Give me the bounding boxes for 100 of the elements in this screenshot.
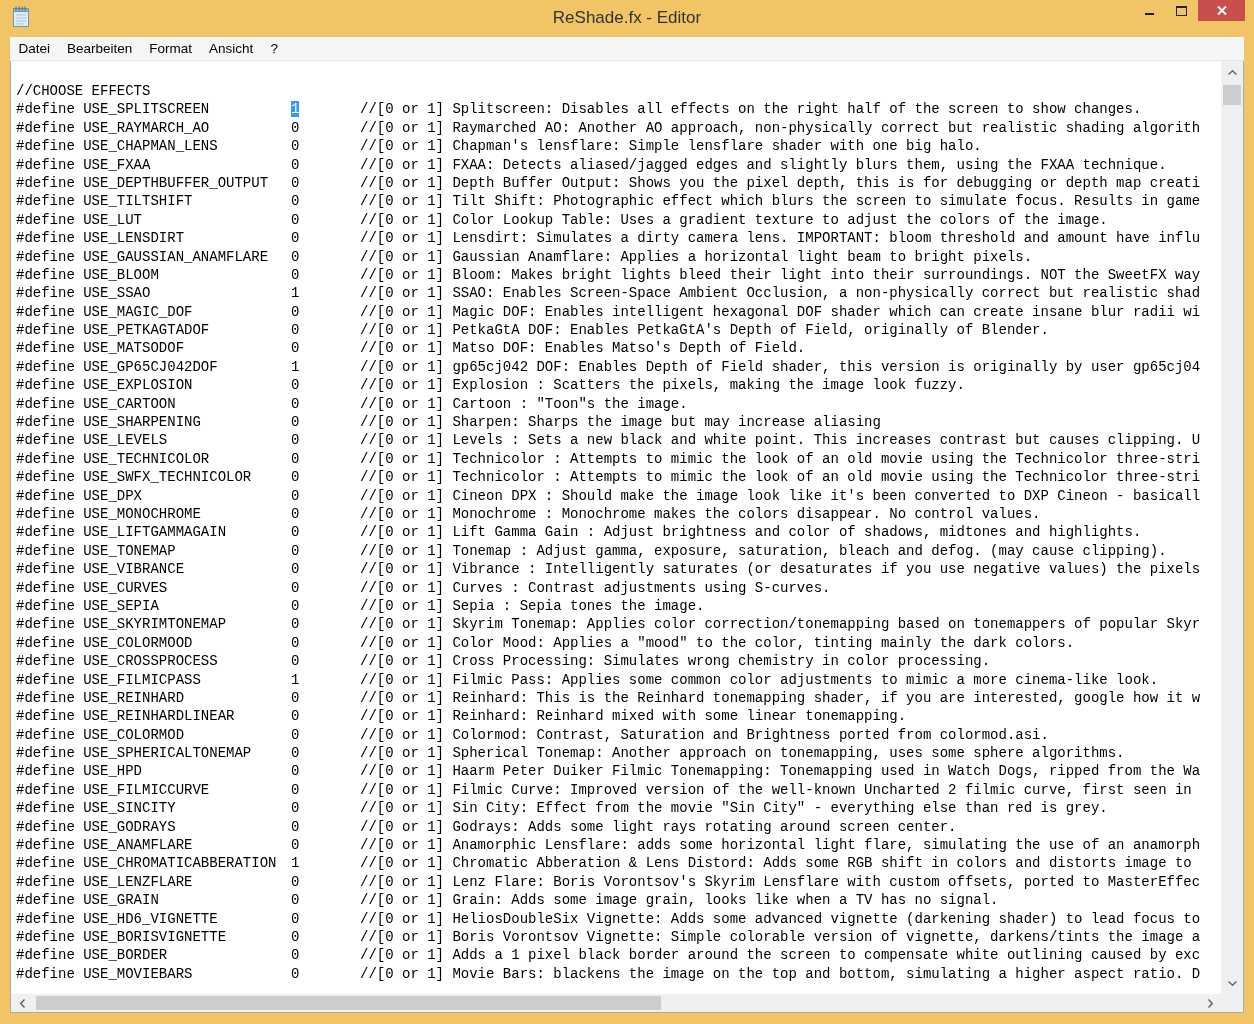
define-directive-text: #define USE_BORDER: [16, 946, 169, 965]
define-directive-text: #define USE_SINCITY: [16, 799, 177, 818]
code-comment-text: //[0 or 1] Technicolor : Attempts to mimic the look of an old movie using the Technicolor three-stri: [360, 449, 1201, 469]
define-directive-text: #define USE_HD6_VIGNETTE: [16, 909, 219, 928]
define-value-text: 0: [291, 377, 300, 394]
define-value-text: 0: [291, 414, 300, 431]
define-directive-text: #define USE_COLORMOOD: [16, 633, 194, 653]
code-comment-text: //[0 or 1] Technicolor : Attempts to mimic the look of an old movie using the Technicolor three-stri: [360, 468, 1201, 487]
define-value-text: 0: [291, 432, 300, 449]
define-value-text: 0: [291, 873, 300, 890]
define-value-text: 0: [291, 653, 300, 670]
define-directive-text: #define USE_MOVIEBARS: [16, 964, 194, 984]
define-directive-text: #define USE_CROSSPROCESS: [16, 652, 219, 671]
maximize-icon: [1175, 5, 1187, 16]
define-directive-text: #define USE_REINHARD: [16, 688, 186, 708]
define-directive-text: #define USE_SEPIA: [16, 596, 160, 616]
define-value-text: 1: [291, 855, 300, 872]
menu-item[interactable]: Datei: [10, 38, 59, 59]
menu-item[interactable]: Bearbeiten: [58, 38, 141, 59]
define-value-text: 1: [291, 101, 300, 118]
define-value-text: 0: [291, 837, 300, 853]
code-comment-text: //[0 or 1] Color Mood: Applies a "mood" to the color, tinting mainly the dark colors.: [360, 633, 1075, 653]
define-value-text: 0: [291, 561, 300, 578]
define-value-text: 0: [291, 211, 300, 228]
define-value-text: 0: [291, 542, 300, 559]
define-value-text: 0: [291, 138, 300, 155]
define-directive-text: #define USE_SKYRIMTONEMAP: [16, 615, 228, 634]
define-value-text: 0: [291, 745, 300, 762]
define-directive-text: #define USE_GRAIN: [16, 891, 160, 910]
define-value-text: 0: [291, 119, 300, 136]
code-comment-text: //[0 or 1] Sin City: Effect from the movie "Sin City" - everything else than red is grey.: [360, 799, 1108, 818]
code-comment-text: //[0 or 1] Sepia : Sepia tones the image.: [360, 596, 705, 616]
define-value-text: 0: [291, 322, 300, 339]
close-button[interactable]: [1198, 0, 1245, 21]
scrollbar-thumb[interactable]: [1223, 85, 1241, 105]
define-value-text: 0: [291, 174, 300, 191]
minimize-icon: [1144, 13, 1154, 15]
define-directive-text: #define USE_GODRAYS: [16, 817, 177, 836]
code-comment-text: //[0 or 1] Chromatic Abberation & Lens Distord: Adds some RGB shift in colors and distorts image to: [360, 854, 1192, 873]
define-value-text: 0: [291, 524, 300, 541]
define-directive-text: #define USE_ANAMFLARE: [16, 836, 194, 855]
define-value-text: 0: [291, 487, 300, 504]
define-directive-text: #define USE_REINHARDLINEAR: [16, 707, 236, 726]
menu-item[interactable]: ?: [261, 38, 287, 59]
code-comment-text: //[0 or 1] Colormod: Contrast, Saturation and Brightness ported from colormod.asi.: [360, 725, 1049, 745]
horizontal-scrollbar[interactable]: [11, 994, 1221, 1012]
define-value-text: 0: [291, 928, 300, 945]
code-comment-text: //[0 or 1] Curves : Contrast adjustments using S-curves.: [360, 578, 831, 597]
define-value-text: 0: [291, 892, 300, 909]
code-comment-text: //[0 or 1] Spherical Tonemap: Another approach on tonemapping, uses some sphere algorithms.: [360, 744, 1125, 763]
define-directive-text: #define USE_TECHNICOLOR: [16, 449, 211, 469]
define-value-text: 0: [291, 395, 300, 412]
code-comment-text: //[0 or 1] HeliosDoubleSix Vignette: Adds some advanced vignette (darkening shader) to lead focus to: [360, 909, 1201, 928]
code-comment-text: //[0 or 1] Lift Gamma Gain : Adjust brightness and color of shadows, midtones and highlights.: [360, 523, 1142, 542]
define-value-text: 0: [291, 597, 300, 614]
define-directive-text: #define USE_COLORMOD: [16, 725, 186, 745]
code-comment-text: //[0 or 1] Depth Buffer Output: Shows you the pixel depth, this is for debugging or depth map creati: [360, 173, 1201, 193]
define-value-text: 0: [291, 469, 300, 486]
define-value-text: 0: [291, 616, 300, 633]
define-directive-text: #define USE_TONEMAP: [16, 541, 177, 561]
code-comment-text: //[0 or 1] Matso DOF: Enables Matso's Depth of Field.: [360, 339, 806, 358]
define-directive-text: #define USE_EXPLOSION: [16, 376, 194, 395]
define-directive-text: #define USE_BORISVIGNETTE: [16, 927, 228, 947]
code-comment-text: //[0 or 1] Reinhard: This is the Reinhard tonemapping shader, if you are interested, google how it w: [360, 688, 1201, 708]
code-comment-text: //[0 or 1] Cineon DPX : Should make the image look like it's been converted to DXP Cineon - basicall: [360, 486, 1201, 505]
code-comment-text: //[0 or 1] Vibrance : Intelligently saturates (or desaturates if you use negative values) the pixels: [360, 560, 1201, 579]
code-comment-text: //[0 or 1] Movie Bars: blackens the image on the top and bottom, simulating a higher aspect ratio. D: [360, 964, 1201, 984]
code-comment-text: //[0 or 1] Grain: Adds some image grain, looks like when a TV has no signal.: [360, 891, 999, 910]
code-comment-text: //[0 or 1] Splitscreen: Disables all effects on the right half of the screen to show changes.: [360, 100, 1142, 119]
define-value-text: 0: [291, 340, 300, 357]
define-value-text: 1: [291, 285, 300, 302]
define-value-text: 0: [291, 193, 300, 210]
code-comment-text: //[0 or 1] Color Lookup Table: Uses a gradient texture to adjust the colors of the image.: [360, 210, 1108, 230]
define-value-text: 0: [291, 230, 300, 247]
define-directive-text: #define USE_DEPTHBUFFER_OUTPUT: [16, 173, 270, 193]
code-comment-text: //CHOOSE EFFECTS: [16, 82, 151, 101]
define-directive-text: #define USE_SPHERICALTONEMAP: [16, 744, 253, 763]
define-directive-text: #define USE_FXAA: [16, 155, 152, 174]
scrollbar-thumb[interactable]: [36, 996, 661, 1010]
chevron-up-icon: [1227, 69, 1237, 75]
code-comment-text: //[0 or 1] Cartoon : "Toon"s the image.: [360, 394, 688, 414]
notepad-icon[interactable]: [12, 6, 30, 27]
define-value-text: 0: [291, 156, 300, 173]
code-comment-text: //[0 or 1] Godrays: Adds some light rays rotating around screen center.: [360, 817, 957, 836]
define-directive-text: #define USE_MATSODOF: [16, 339, 186, 358]
define-directive-text: #define USE_GP65CJ042DOF: [16, 357, 219, 377]
vertical-scrollbar[interactable]: [1221, 61, 1243, 994]
define-value-text: 1: [291, 671, 300, 688]
define-value-text: 0: [291, 450, 300, 467]
define-directive-text: #define USE_SWFX_TECHNICOLOR: [16, 468, 253, 487]
define-directive-text: #define USE_VIBRANCE: [16, 560, 186, 579]
code-comment-text: //[0 or 1] Tonemap : Adjust gamma, exposure, saturation, bleach and defog. (may cause clipping).: [360, 541, 1167, 561]
code-comment-text: //[0 or 1] Explosion : Scatters the pixels, making the image look fuzzy.: [360, 376, 965, 395]
menu-item[interactable]: Format: [140, 38, 201, 59]
define-value-text: 0: [291, 763, 300, 780]
chevron-left-icon: [19, 998, 25, 1008]
define-directive-text: #define USE_LENZFLARE: [16, 872, 194, 892]
menu-item[interactable]: Ansicht: [200, 38, 262, 59]
code-comment-text: //[0 or 1] Sharpen: Sharps the image but may increase aliasing: [360, 413, 881, 432]
code-comment-text: //[0 or 1] Monochrome : Monochrome makes the colors disappear. No control values.: [360, 505, 1041, 524]
